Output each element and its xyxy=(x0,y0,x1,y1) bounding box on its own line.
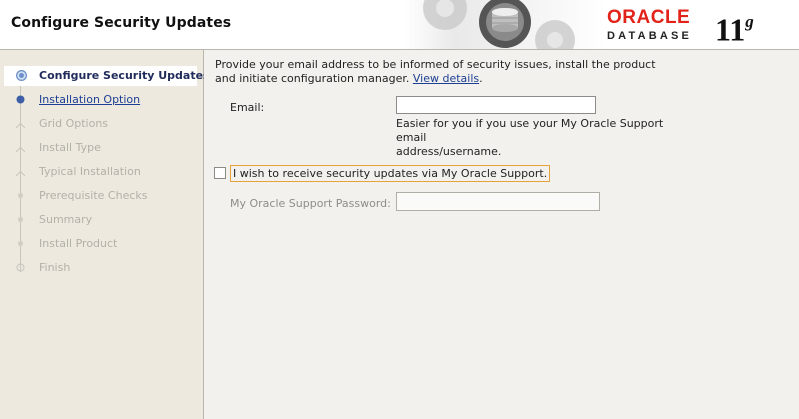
step-label: Install Product xyxy=(39,237,118,250)
oracle-logo: ORACLE DATABASE xyxy=(607,8,707,42)
email-hint-line-1: Easier for you if you use your My Oracle… xyxy=(396,117,664,144)
step-label: Installation Option xyxy=(39,93,141,106)
steps-panel: Configure Security Updates Installation … xyxy=(0,50,210,419)
step-dot-icon xyxy=(18,217,23,222)
security-updates-label[interactable]: I wish to receive security updates via M… xyxy=(230,165,551,182)
security-updates-checkbox[interactable] xyxy=(214,167,226,179)
step-label: Install Type xyxy=(39,141,101,154)
step-label: Configure Security Updates xyxy=(39,69,210,82)
step-prerequisite-checks: Prerequisite Checks xyxy=(0,186,203,206)
step-dot-icon xyxy=(18,193,23,198)
step-label: Grid Options xyxy=(39,117,109,130)
content-panel: Provide your email address to be informe… xyxy=(204,50,799,419)
step-configure-security-updates[interactable]: Configure Security Updates xyxy=(4,66,210,86)
email-field[interactable] xyxy=(396,96,596,114)
intro-text: Provide your email address to be informe… xyxy=(215,58,685,86)
branch-node-icon xyxy=(16,167,25,176)
step-end-icon xyxy=(16,263,25,272)
intro-line-2: and initiate configuration manager. xyxy=(215,72,410,85)
version-number: 11 xyxy=(715,11,746,48)
step-installation-option[interactable]: Installation Option xyxy=(0,90,203,110)
email-hint-line-2: address/username. xyxy=(396,145,502,158)
step-label: Summary xyxy=(39,213,93,226)
step-dot-icon xyxy=(18,241,23,246)
step-label: Typical Installation xyxy=(39,165,141,178)
branch-node-icon xyxy=(16,143,25,152)
step-link-icon xyxy=(16,95,25,104)
step-finish: Finish xyxy=(0,258,203,278)
password-field[interactable] xyxy=(396,192,600,211)
email-hint: Easier for you if you use your My Oracle… xyxy=(396,117,696,159)
gears-graphic-icon xyxy=(405,0,605,49)
password-label: My Oracle Support Password: xyxy=(230,197,391,210)
step-typical-installation: Typical Installation xyxy=(0,162,203,182)
step-label: Finish xyxy=(39,261,71,274)
email-label: Email: xyxy=(230,101,265,114)
view-details-link[interactable]: View details xyxy=(413,72,479,85)
step-summary: Summary xyxy=(0,210,203,230)
step-install-type: Install Type xyxy=(0,138,203,158)
step-grid-options: Grid Options xyxy=(0,114,203,134)
current-step-icon xyxy=(16,70,27,81)
version-suffix: g xyxy=(745,12,754,31)
step-install-product: Install Product xyxy=(0,234,203,254)
intro-line-1: Provide your email address to be informe… xyxy=(215,58,656,71)
oracle-brand: ORACLE xyxy=(607,7,691,28)
version-badge: 11g xyxy=(715,6,754,48)
header-banner: Configure Security Updates ORACLE DATABA… xyxy=(0,0,799,50)
intro-end: . xyxy=(479,72,483,85)
page-title: Configure Security Updates xyxy=(11,15,232,31)
branch-node-icon xyxy=(16,119,25,128)
step-label: Prerequisite Checks xyxy=(39,189,148,202)
database-label: DATABASE xyxy=(607,30,693,42)
